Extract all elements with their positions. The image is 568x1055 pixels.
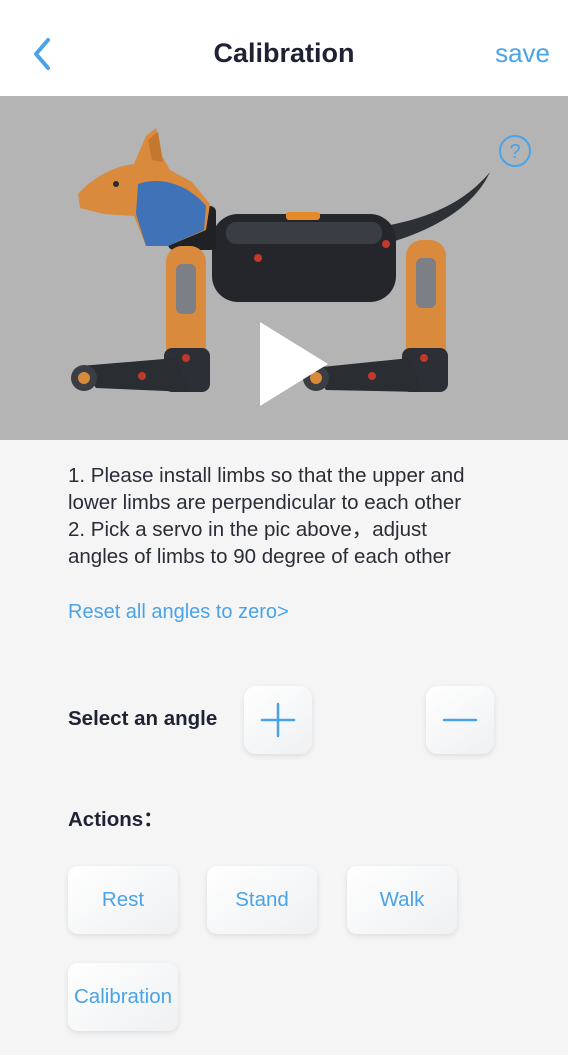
stand-button[interactable]: Stand	[207, 866, 317, 934]
instructions-text: 1. Please install limbs so that the uppe…	[68, 462, 538, 570]
instruction-line: 1. Please install limbs so that the uppe…	[68, 464, 465, 487]
question-circle-icon: ?	[499, 135, 531, 167]
instruction-line: angles of limbs to 90 degree of each oth…	[68, 545, 451, 568]
minus-icon	[442, 718, 478, 722]
save-button[interactable]: save	[495, 38, 550, 69]
instruction-line: 2. Pick a servo in the pic above，adjust	[68, 518, 427, 541]
reset-angles-link[interactable]: Reset all angles to zero>	[68, 601, 289, 624]
play-icon	[260, 322, 328, 406]
decrease-angle-button[interactable]	[426, 686, 494, 754]
play-button[interactable]	[256, 318, 332, 410]
select-angle-label: Select an angle	[68, 707, 218, 730]
svg-text:?: ?	[509, 141, 520, 163]
plus-icon	[260, 702, 296, 738]
instruction-line: lower limbs are perpendicular to each ot…	[68, 491, 462, 514]
page-title: Calibration	[213, 38, 355, 68]
robot-image-panel[interactable]	[0, 96, 568, 440]
help-button[interactable]: ?	[498, 134, 532, 168]
increase-angle-button[interactable]	[244, 686, 312, 754]
actions-label: Actions：	[68, 808, 164, 831]
walk-button[interactable]: Walk	[347, 866, 457, 934]
nav-bar: Calibration save	[0, 0, 568, 96]
calibration-button[interactable]: Calibration	[68, 963, 178, 1031]
rest-button[interactable]: Rest	[68, 866, 178, 934]
